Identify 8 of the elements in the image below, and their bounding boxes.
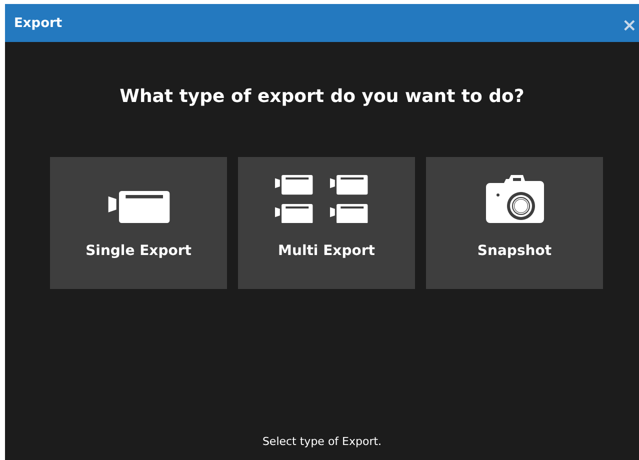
export-option-button[interactable]: Multi Export [238, 157, 415, 289]
export-option-button[interactable]: Snapshot [426, 157, 603, 289]
video-camera-icon [106, 191, 170, 223]
export-option-button[interactable]: Single Export [50, 157, 227, 289]
dialog-heading: What type of export do you want to do? [118, 86, 526, 107]
status-text: Select type of Export. [261, 435, 383, 448]
camera-icon [486, 175, 544, 223]
window-title: Export [14, 16, 62, 30]
